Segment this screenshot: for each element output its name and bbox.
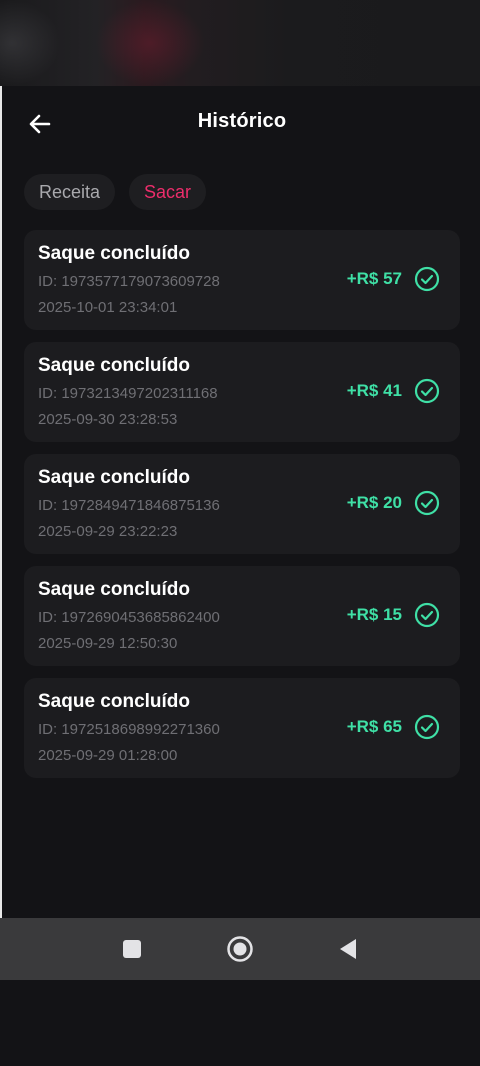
square-icon — [123, 940, 141, 958]
transaction-title: Saque concluído — [38, 243, 191, 264]
list-item[interactable]: Saque concluído ID: 1972690453685862400 … — [24, 566, 460, 666]
transaction-amount: +R$ 65 — [346, 717, 402, 736]
transaction-date: 2025-09-29 12:50:30 — [38, 635, 178, 652]
tab-sacar[interactable]: Sacar — [129, 174, 207, 210]
transaction-amount-group: +R$ 65 — [347, 714, 440, 740]
transaction-date: 2025-09-29 23:22:23 — [38, 523, 178, 540]
recents-button[interactable] — [114, 931, 150, 967]
transaction-amount-group: +R$ 57 — [347, 266, 440, 292]
transaction-amount: +R$ 15 — [346, 605, 402, 624]
bottom-area — [0, 980, 480, 1066]
check-circle-icon — [414, 378, 440, 404]
list-item[interactable]: Saque concluído ID: 1973213497202311168 … — [24, 342, 460, 442]
transaction-list: Saque concluído ID: 1973577179073609728 … — [24, 230, 460, 790]
transaction-date: 2025-09-29 01:28:00 — [38, 747, 178, 764]
transaction-amount: +R$ 57 — [346, 269, 402, 288]
transaction-amount: +R$ 20 — [346, 493, 402, 512]
home-button[interactable] — [222, 931, 258, 967]
transaction-date: 2025-09-30 23:28:53 — [38, 411, 178, 428]
transaction-amount-group: +R$ 20 — [347, 490, 440, 516]
transaction-title: Saque concluído — [38, 355, 191, 376]
transaction-amount: +R$ 41 — [346, 381, 402, 400]
list-item[interactable]: Saque concluído ID: 1973577179073609728 … — [24, 230, 460, 330]
transaction-amount-group: +R$ 15 — [347, 602, 440, 628]
transaction-id: ID: 1972518698992271360 — [38, 721, 220, 738]
circle-home-icon — [227, 936, 253, 962]
list-item[interactable]: Saque concluído ID: 1972518698992271360 … — [24, 678, 460, 778]
page-title: Histórico — [197, 110, 287, 132]
app-screen: Histórico Receita Sacar Saque concluído … — [0, 86, 480, 918]
transaction-amount-group: +R$ 41 — [347, 378, 440, 404]
list-item[interactable]: Saque concluído ID: 1972849471846875136 … — [24, 454, 460, 554]
back-nav-button[interactable] — [330, 931, 366, 967]
check-circle-icon — [414, 490, 440, 516]
status-blur — [0, 0, 60, 86]
transaction-id: ID: 1973213497202311168 — [38, 385, 218, 402]
transaction-title: Saque concluído — [38, 467, 191, 488]
check-circle-icon — [414, 602, 440, 628]
check-circle-icon — [414, 714, 440, 740]
transaction-id: ID: 1972849471846875136 — [38, 497, 220, 514]
status-blur — [95, 0, 205, 86]
transaction-title: Saque concluído — [38, 579, 191, 600]
transaction-date: 2025-10-01 23:34:01 — [38, 299, 178, 316]
transaction-id: ID: 1972690453685862400 — [38, 609, 220, 626]
transaction-title: Saque concluído — [38, 691, 191, 712]
transaction-id: ID: 1973577179073609728 — [38, 273, 220, 290]
header: Histórico — [2, 86, 480, 160]
system-navigation-bar — [0, 918, 480, 980]
triangle-back-icon — [340, 939, 356, 959]
tab-receita[interactable]: Receita — [24, 174, 116, 210]
status-bar-area — [0, 0, 480, 86]
tab-bar: Receita Sacar — [24, 174, 207, 212]
check-circle-icon — [414, 266, 440, 292]
